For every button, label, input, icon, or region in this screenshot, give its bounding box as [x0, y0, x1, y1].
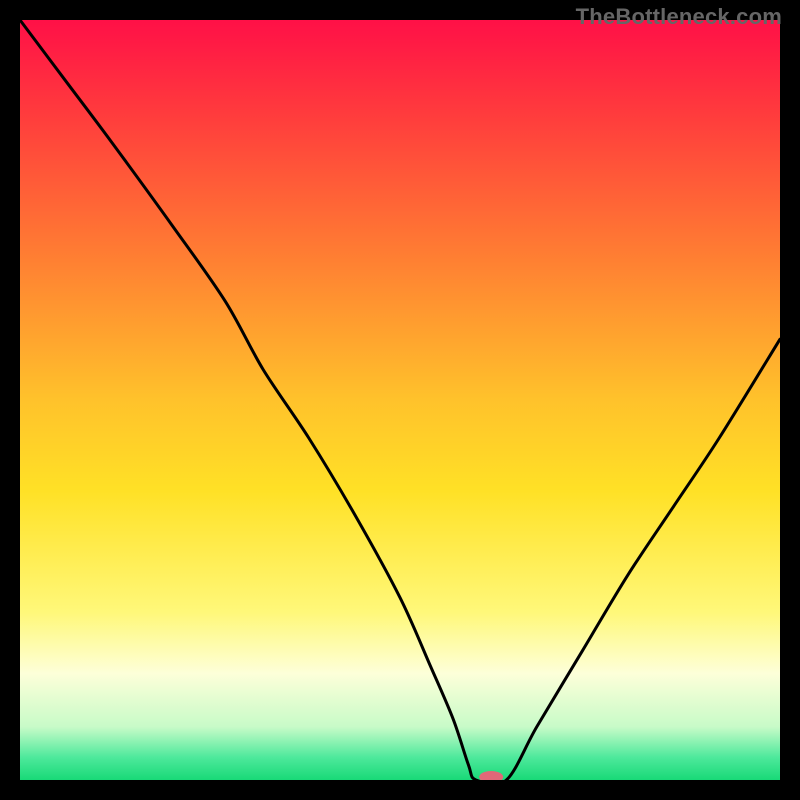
watermark-text: TheBottleneck.com — [576, 4, 782, 30]
chart-svg — [20, 20, 780, 780]
chart-background — [20, 20, 780, 780]
plot-area — [20, 20, 780, 780]
chart-frame: TheBottleneck.com — [0, 0, 800, 800]
